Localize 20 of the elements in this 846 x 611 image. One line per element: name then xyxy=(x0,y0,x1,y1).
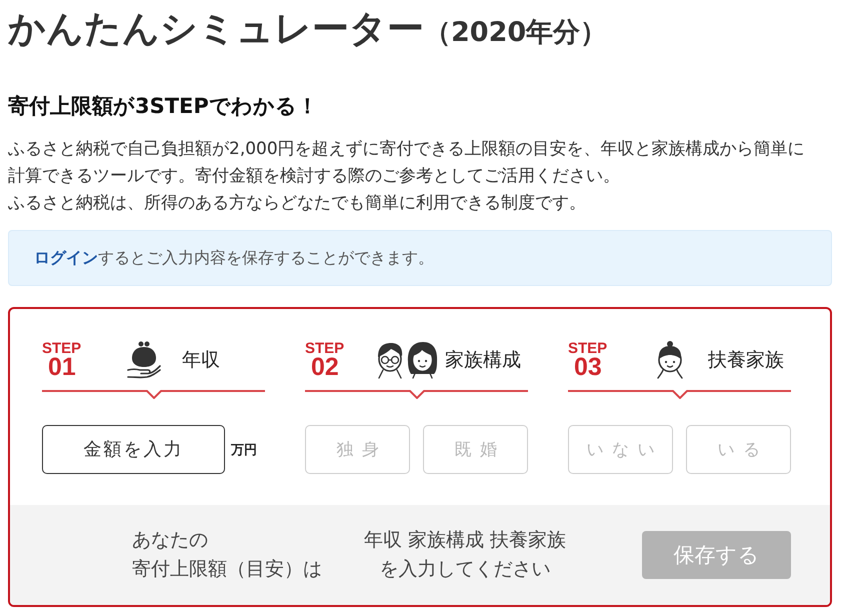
step-caption: STEP xyxy=(568,341,608,356)
step-number: 03 xyxy=(574,356,602,379)
description-text: ふるさと納税は、所得のある方ならどなたでも簡単に利用できる制度です。 xyxy=(8,192,587,215)
notice-text: ログインするとご入力内容を保存することができます。 xyxy=(34,248,434,268)
step-caption: STEP xyxy=(42,341,82,356)
description-text: ふるさと納税で自己負担額が2,000円を超えずに寄付できる上限額の目安を、年収と家族構成から簡単に計算できるツールです。寄付金額を検討する際のご参考としてご活用ください。 xyxy=(8,138,806,188)
result-label: あなたの 寄付上限額（目安）は xyxy=(132,528,323,582)
step-label: 年収 xyxy=(182,348,220,373)
coin-purse-hand-icon xyxy=(126,340,162,380)
login-link[interactable]: ログイン xyxy=(34,248,98,266)
step-label: 扶養家族 xyxy=(708,348,784,373)
unit-label: 万円 xyxy=(231,442,257,458)
step-number: 02 xyxy=(311,356,339,379)
page-title: かんたんシミュレーター（2020年分） xyxy=(8,6,608,52)
step-number: 01 xyxy=(48,356,76,379)
result-message: 年収 家族構成 扶養家族 を入力してください xyxy=(362,528,568,582)
section-heading: 寄付上限額が3STEPでわかる！ xyxy=(8,93,318,120)
amount-field[interactable]: 金額を入力 xyxy=(42,425,225,474)
step-caption: STEP xyxy=(305,341,344,356)
step-label: 家族構成 xyxy=(445,348,521,373)
